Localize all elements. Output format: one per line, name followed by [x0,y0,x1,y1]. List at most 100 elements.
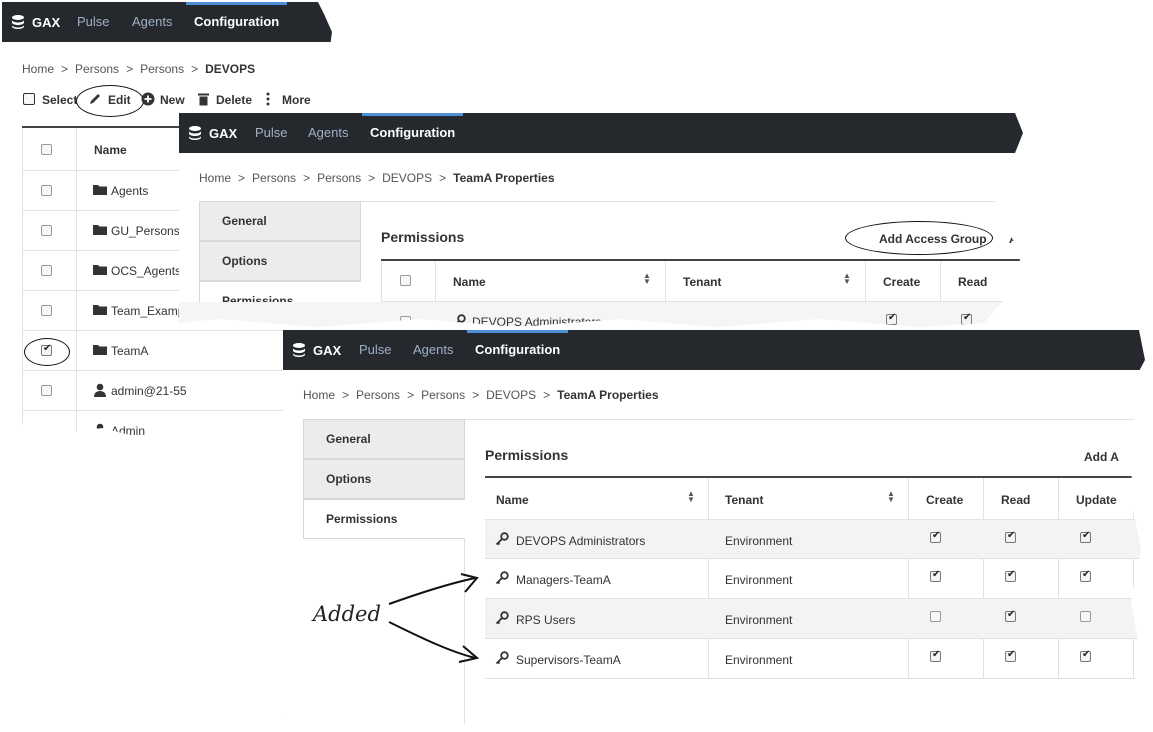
breadcrumb-persons[interactable]: Persons [356,388,400,402]
breadcrumb-persons[interactable]: Persons [75,62,119,76]
table-row [485,599,1145,638]
update-permission-checkbox[interactable] [1080,611,1091,622]
row-tenant: Environment [725,534,793,548]
next-toolbar-button-partial[interactable]: A [1009,232,1018,246]
read-permission-checkbox[interactable] [1005,609,1016,622]
read-permission-checkbox[interactable] [1005,569,1016,582]
column-header-name[interactable]: Name [94,143,127,157]
breadcrumb-home[interactable]: Home [22,62,54,76]
add-access-group-button-partial[interactable]: Add A [1084,450,1119,464]
row-tenant: Environment [725,613,793,627]
row-checkbox[interactable] [41,185,52,196]
sort-icon[interactable]: ▲ ▼ [843,272,851,286]
breadcrumb-persons-2[interactable]: Persons [140,62,184,76]
key-icon [495,532,509,546]
tab-options[interactable]: Options [199,241,361,281]
row-checkbox[interactable] [41,305,52,316]
row-name[interactable]: Team_Examp [111,304,184,318]
tab-permissions[interactable]: Permissions [303,499,465,539]
header-checkbox[interactable] [41,144,52,155]
create-permission-checkbox[interactable] [930,649,941,662]
breadcrumb-devops[interactable]: DEVOPS [486,388,536,402]
column-header-tenant[interactable]: Tenant [683,275,721,289]
column-divider [1058,478,1059,678]
create-permission-checkbox[interactable] [930,530,941,543]
create-permission-checkbox[interactable] [930,569,941,582]
row-checkbox[interactable] [41,385,52,396]
nav-configuration[interactable]: Configuration [185,2,288,42]
nav-pulse[interactable]: Pulse [359,330,392,370]
column-header-create: Create [883,275,921,289]
create-permission-checkbox[interactable] [886,312,897,325]
row-checkbox[interactable] [41,225,52,236]
row-name[interactable]: DEVOPS Administrators [516,534,645,548]
row-name[interactable]: admin@21-55 [111,384,187,398]
tab-options[interactable]: Options [303,459,465,499]
database-icon [12,15,24,29]
nav-agents[interactable]: Agents [132,2,172,42]
row-name[interactable]: RPS Users [516,613,575,627]
update-permission-checkbox[interactable] [1080,530,1091,543]
header-checkbox[interactable] [400,275,411,286]
sort-icon[interactable]: ▲ ▼ [887,490,895,504]
row-name[interactable]: GU_Persons [111,224,180,238]
trash-icon [198,93,209,106]
table-left-border [22,128,23,442]
breadcrumb-home[interactable]: Home [303,388,335,402]
column-header-name[interactable]: Name [453,275,486,289]
select-all-checkbox[interactable] [23,93,35,105]
key-icon [452,314,466,327]
create-permission-checkbox[interactable] [930,611,941,622]
breadcrumb-devops[interactable]: DEVOPS [382,171,432,185]
read-permission-checkbox[interactable] [961,312,972,325]
nav-configuration[interactable]: Configuration [466,330,569,370]
table-header-rule [485,476,1145,478]
column-header-name[interactable]: Name [496,493,529,507]
breadcrumb-persons-2[interactable]: Persons [421,388,465,402]
folder-icon [93,265,107,275]
tab-general[interactable]: General [303,419,465,459]
update-permission-checkbox[interactable] [1080,649,1091,662]
sort-icon[interactable]: ▲ ▼ [643,272,651,286]
nav-agents[interactable]: Agents [308,113,348,153]
row-name[interactable]: Admin [111,424,145,438]
update-permission-checkbox[interactable] [1080,569,1091,582]
row-name[interactable]: TeamA [111,344,148,358]
annotation-arrows [388,573,480,663]
row-divider [485,678,1145,679]
nav-pulse[interactable]: Pulse [255,113,288,153]
added-annotation-label: Added [313,602,381,626]
more-button[interactable]: More [282,93,311,107]
row-checkbox[interactable] [41,265,52,276]
nav-agents[interactable]: Agents [413,330,453,370]
column-divider [1133,478,1134,678]
select-button[interactable]: Select [42,93,77,107]
nav-pulse[interactable]: Pulse [77,2,110,42]
key-icon [495,651,509,665]
gax-logo: GAX [291,330,341,370]
nav-configuration[interactable]: Configuration [361,113,464,153]
row-name[interactable]: DEVOPS Administrators [472,315,601,327]
read-permission-checkbox[interactable] [1005,649,1016,662]
row-name[interactable]: Agents [111,184,148,198]
row-name[interactable]: OCS_Agents [111,264,181,278]
breadcrumb-persons[interactable]: Persons [252,171,296,185]
column-header-create: Create [926,493,964,507]
database-icon [189,126,201,140]
add-circle-icon [141,92,155,106]
breadcrumb-home[interactable]: Home [199,171,231,185]
person-icon [94,383,106,397]
new-button[interactable]: New [160,93,185,107]
breadcrumb-persons-2[interactable]: Persons [317,171,361,185]
row-name[interactable]: Supervisors-TeamA [516,653,621,667]
folder-icon [93,185,107,195]
more-vertical-icon [266,92,270,106]
read-permission-checkbox[interactable] [1005,530,1016,543]
column-header-tenant[interactable]: Tenant [725,493,763,507]
folder-icon [93,305,107,315]
delete-button[interactable]: Delete [216,93,252,107]
row-checkbox[interactable] [400,316,411,327]
row-name[interactable]: Managers-TeamA [516,573,611,587]
sort-icon[interactable]: ▲ ▼ [687,490,695,504]
tab-general[interactable]: General [199,201,361,241]
